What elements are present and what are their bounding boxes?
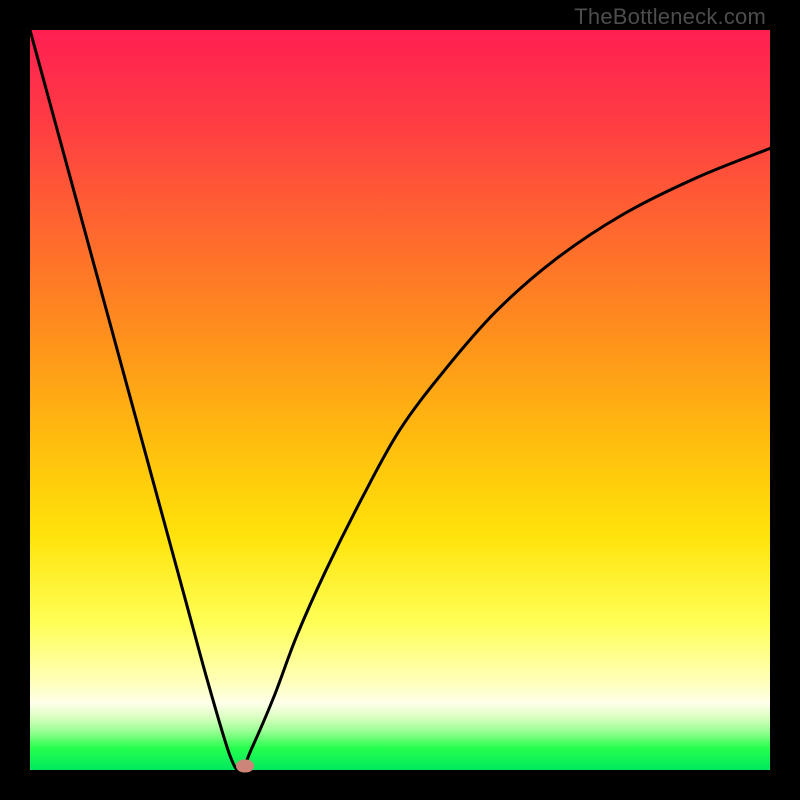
bottleneck-curve xyxy=(30,30,770,770)
watermark-text: TheBottleneck.com xyxy=(574,4,766,30)
optimum-marker xyxy=(236,760,254,773)
chart-area xyxy=(30,30,770,770)
